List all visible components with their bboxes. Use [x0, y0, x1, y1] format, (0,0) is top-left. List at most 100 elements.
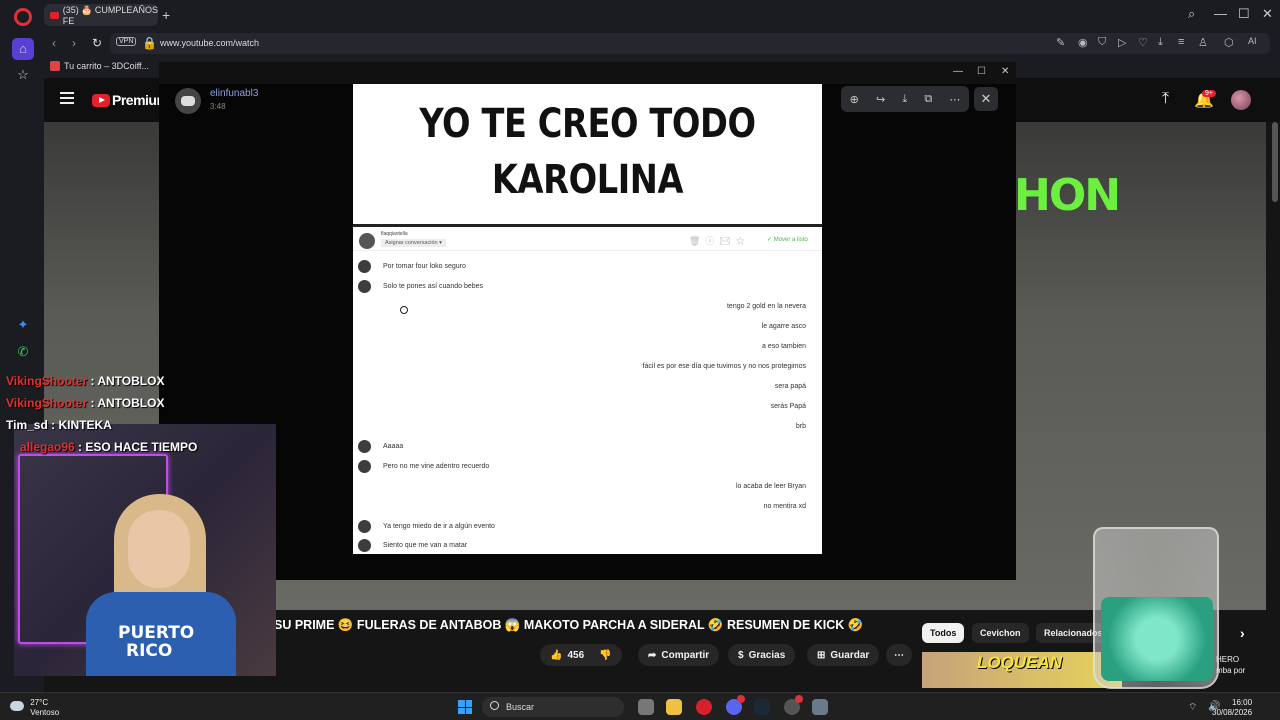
- minimize-icon[interactable]: —: [1214, 6, 1227, 21]
- address-bar-row: ‹ › ↻ VPN 🔒 www.youtube.com/watch ✎ ◉ ⛉ …: [44, 30, 1280, 56]
- discord-user-avatar[interactable]: [175, 88, 201, 114]
- obs-notification-badge: [795, 695, 803, 703]
- task-view-icon[interactable]: [638, 699, 654, 715]
- maximize-icon[interactable]: ☐: [977, 66, 986, 77]
- whatsapp-icon[interactable]: ✆: [14, 343, 32, 361]
- meme-caption: YO TE CREO TODO KAROLINA: [391, 96, 785, 208]
- save-button[interactable]: ⊞ Guardar: [807, 644, 880, 666]
- close-window-icon[interactable]: ✕: [1262, 6, 1273, 22]
- chat-line: allegao96 : ESO HACE TIEMPO: [6, 440, 197, 454]
- share-button[interactable]: ➦ Compartir: [638, 644, 720, 666]
- like-dislike-group[interactable]: 👍 456 👎: [540, 644, 622, 666]
- meme-caption-line: KAROLINA: [491, 157, 684, 203]
- discord-titlebar: — ☐ ✕: [159, 62, 1016, 84]
- like-icon[interactable]: 👍: [550, 650, 562, 661]
- vpn-badge[interactable]: VPN: [116, 37, 137, 46]
- chat-message: Por tomar four loko seguro: [383, 263, 466, 270]
- maximize-icon[interactable]: ☐: [1238, 6, 1250, 22]
- move-label: ✓ Mover a listo: [767, 237, 808, 243]
- avatar: [358, 440, 371, 453]
- video-title: SU PRIME 😆 FULERAS DE ANTABOB 😱 MAKOTO P…: [274, 618, 864, 632]
- bookmark-item[interactable]: Tu carrito – 3DCoiff...: [50, 61, 149, 71]
- more-actions-button[interactable]: ⋯: [886, 644, 912, 666]
- chat-message: a eso tambien: [762, 343, 806, 350]
- minimize-icon[interactable]: —: [953, 66, 963, 77]
- webcam-overlay: PUERTO RICO: [14, 424, 276, 676]
- dislike-icon[interactable]: 👎: [599, 650, 611, 661]
- download-icon[interactable]: ⤓: [902, 93, 907, 106]
- windows-taskbar: 27°C Ventoso Buscar ⌔ 🔊 16:00 30/08/2026: [0, 692, 1280, 720]
- tab-youtube[interactable]: (35) 🎂 CUMPLEAÑOS FE: [44, 4, 158, 26]
- extensions-icon[interactable]: ⬡: [1224, 36, 1234, 49]
- meme-caption-line: YO TE CREO TODO: [419, 101, 756, 147]
- menu-icon[interactable]: ≡: [1178, 36, 1184, 48]
- more-icon[interactable]: ⋯: [949, 93, 960, 106]
- pinboard-icon[interactable]: ☆: [14, 66, 32, 84]
- zoom-icon[interactable]: ⊕: [850, 93, 859, 106]
- lock-icon[interactable]: 🔒: [142, 36, 157, 50]
- scrollbar[interactable]: [1272, 122, 1278, 202]
- chat-message: Ya tengo miedo de ir a algún evento: [383, 523, 495, 530]
- profile-icon[interactable]: ♙: [1198, 36, 1208, 49]
- shirt-text: PUERTO RICO: [118, 624, 194, 660]
- youtube-favicon-icon: [50, 11, 59, 19]
- edit-icon[interactable]: ✎: [1056, 36, 1065, 49]
- close-window-icon[interactable]: ✕: [1001, 66, 1009, 77]
- tab-bar: (35) 🎂 CUMPLEAÑOS FE + ⌕ — ☐ ✕: [44, 0, 1280, 30]
- new-tab-icon[interactable]: +: [162, 7, 170, 23]
- back-icon[interactable]: ‹: [52, 36, 56, 50]
- related-video-thumbnail[interactable]: LOQUEAN: [922, 652, 1122, 688]
- chat-line: VikingShooter : ANTOBLOX: [6, 396, 164, 410]
- aria-ai-button[interactable]: AI: [1248, 36, 1257, 46]
- chat-text: : ANTOBLOX: [87, 396, 165, 410]
- chat-message: Pero no me vine adentro recuerdo: [383, 463, 490, 470]
- taskbar-search[interactable]: Buscar: [482, 697, 624, 717]
- forward-icon[interactable]: ↪: [876, 93, 885, 106]
- chat-message: Siento que me van a matar: [383, 542, 468, 549]
- taskbar-clock[interactable]: 16:00 30/08/2026: [1212, 698, 1252, 718]
- network-icon[interactable]: ⌔: [1188, 701, 1197, 714]
- chat-username: VikingShooter: [6, 396, 88, 410]
- meme-image[interactable]: YO TE CREO TODO KAROLINA flaqqiaotella A…: [353, 84, 822, 554]
- upload-icon[interactable]: ⤒: [1162, 90, 1169, 108]
- youtube-logo-icon[interactable]: [92, 94, 110, 107]
- chevron-right-icon[interactable]: ›: [1232, 623, 1253, 643]
- related-video-title[interactable]: HERO mba por: [1216, 654, 1245, 676]
- address-field[interactable]: [110, 33, 1270, 54]
- zoom-cursor-icon: [400, 306, 408, 314]
- chat-message: Solo te pones así cuando bebes: [383, 283, 484, 290]
- opera-logo-icon[interactable]: [14, 8, 32, 26]
- player-icon[interactable]: ▷: [1118, 36, 1126, 49]
- chat-text: : ANTOBLOX: [87, 374, 165, 388]
- weather-cloud-icon: [10, 701, 24, 711]
- hamburger-menu-icon[interactable]: [60, 92, 74, 104]
- conversation-action-icons: 🗑ⓘ✉☆: [689, 236, 750, 246]
- windows-start-icon[interactable]: [458, 700, 472, 714]
- forward-icon[interactable]: ›: [72, 36, 76, 50]
- save-icon: ⊞: [817, 649, 826, 661]
- share-label: Compartir: [661, 649, 710, 661]
- account-avatar[interactable]: [1231, 90, 1251, 110]
- reload-icon[interactable]: ↻: [92, 36, 102, 50]
- weather-widget[interactable]: 27°C Ventoso: [10, 698, 59, 718]
- search-tabs-icon[interactable]: ⌕: [1188, 6, 1195, 22]
- url-text[interactable]: www.youtube.com/watch: [160, 38, 259, 48]
- file-explorer-icon[interactable]: [666, 699, 682, 715]
- chip-cevichon[interactable]: Cevichon: [972, 623, 1029, 643]
- close-lightbox-icon[interactable]: ✕: [974, 87, 998, 111]
- steam-icon[interactable]: [754, 699, 770, 715]
- settings-icon[interactable]: [812, 699, 828, 715]
- chip-todos[interactable]: Todos: [922, 623, 965, 643]
- discord-username[interactable]: elinfunabl3: [210, 88, 258, 99]
- thanks-icon: $: [738, 649, 744, 661]
- opera-gx-icon[interactable]: [696, 699, 712, 715]
- heart-icon[interactable]: ♡: [1138, 36, 1148, 49]
- open-external-icon[interactable]: ⧉: [924, 93, 932, 106]
- messenger-icon[interactable]: ✦: [14, 316, 32, 334]
- download-icon[interactable]: ⤓: [1158, 36, 1163, 49]
- thanks-button[interactable]: $ Gracias: [728, 644, 796, 666]
- camera-icon[interactable]: ◉: [1078, 36, 1088, 49]
- shield-icon[interactable]: ⛉: [1098, 36, 1106, 49]
- chat-message: fácil es por ese día que tuvimos y no no…: [642, 363, 806, 370]
- home-icon[interactable]: ⌂: [12, 38, 34, 60]
